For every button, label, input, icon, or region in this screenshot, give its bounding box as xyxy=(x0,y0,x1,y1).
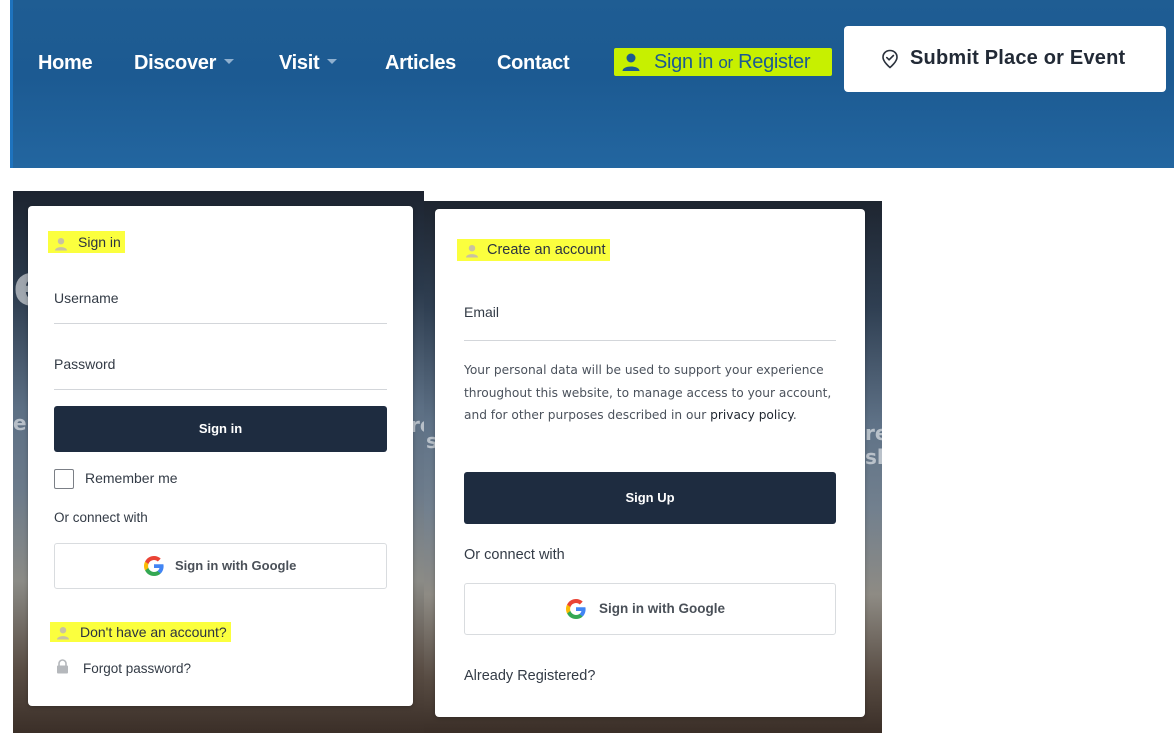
password-label: Password xyxy=(54,356,116,372)
privacy-policy-link[interactable]: privacy policy xyxy=(710,408,793,422)
nav-signin-label: Sign in or Register xyxy=(654,49,811,76)
register-card-title: Create an account xyxy=(457,239,610,261)
google-signin-label: Sign in with Google xyxy=(175,558,297,573)
privacy-notice-period: . xyxy=(792,408,797,422)
google-icon xyxy=(143,555,165,577)
submit-label: Submit Place or Event xyxy=(910,47,1126,69)
email-label: Email xyxy=(464,304,500,320)
user-icon xyxy=(54,235,68,251)
or-word: or xyxy=(718,53,733,72)
privacy-notice: Your personal data will be used to suppo… xyxy=(464,359,840,427)
signin-card: Sign in Username Password Sign in Rememb… xyxy=(28,206,413,706)
user-icon xyxy=(621,52,641,72)
nav-discover[interactable]: Discover xyxy=(134,50,235,76)
remember-me-label: Remember me xyxy=(85,470,178,486)
ghost-letter: re xyxy=(865,421,889,445)
signup-button[interactable]: Sign Up xyxy=(464,472,836,524)
ghost-letter: sl xyxy=(865,445,884,469)
no-account-text: Don't have an account? xyxy=(80,624,227,640)
chevron-down-icon xyxy=(327,59,338,65)
no-account-link[interactable]: Don't have an account? xyxy=(50,622,231,642)
register-card: Create an account Email Your personal da… xyxy=(435,209,865,717)
lock-icon xyxy=(56,659,69,674)
signin-button[interactable]: Sign in xyxy=(54,406,387,452)
username-input[interactable] xyxy=(54,323,387,324)
nav-contact-label: Contact xyxy=(497,52,570,74)
nav-visit[interactable]: Visit xyxy=(279,50,338,76)
google-signin-label: Sign in with Google xyxy=(599,601,725,616)
nav-contact[interactable]: Contact xyxy=(497,50,570,76)
already-registered-link[interactable]: Already Registered? xyxy=(464,668,595,684)
register-word: Register xyxy=(738,51,811,73)
nav-visit-label: Visit xyxy=(279,52,320,74)
connect-with-label: Or connect with xyxy=(464,547,565,563)
nav-discover-label: Discover xyxy=(134,52,217,74)
nav-signin-register-link[interactable]: Sign in or Register xyxy=(614,48,832,76)
google-signin-button[interactable]: Sign in with Google xyxy=(464,583,836,635)
forgot-password-link[interactable]: Forgot password? xyxy=(83,661,191,676)
user-icon xyxy=(465,243,479,258)
google-signin-button[interactable]: Sign in with Google xyxy=(54,543,387,589)
location-pin-icon xyxy=(880,49,900,69)
register-title-text: Create an account xyxy=(487,242,606,258)
chevron-down-icon xyxy=(224,59,235,65)
password-input[interactable] xyxy=(54,389,387,390)
email-input[interactable] xyxy=(464,340,836,341)
nav-articles-label: Articles xyxy=(385,52,456,74)
username-label: Username xyxy=(54,290,119,306)
signin-word: Sign in xyxy=(654,51,714,73)
remember-me-checkbox[interactable] xyxy=(54,469,74,489)
nav-articles[interactable]: Articles xyxy=(385,50,456,76)
signin-card-title: Sign in xyxy=(48,231,125,253)
connect-with-label: Or connect with xyxy=(54,510,148,525)
nav-home[interactable]: Home xyxy=(38,50,93,76)
submit-place-event-button[interactable]: Submit Place or Event xyxy=(844,26,1166,92)
signin-title-text: Sign in xyxy=(78,234,121,250)
user-icon xyxy=(56,625,70,640)
google-icon xyxy=(565,598,587,620)
nav-home-label: Home xyxy=(38,52,93,74)
top-navigation: Home Discover Visit Articles Contact Sig… xyxy=(0,0,1174,168)
